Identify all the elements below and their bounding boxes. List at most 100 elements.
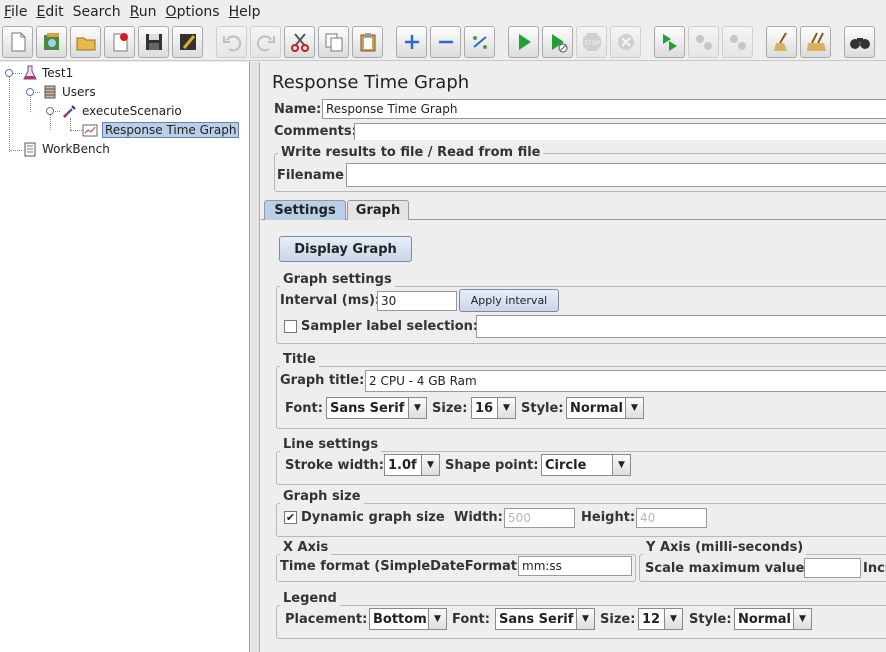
menu-help[interactable]: Help: [229, 4, 261, 20]
expand-handle[interactable]: [5, 69, 13, 77]
remote-shutdown-button[interactable]: [722, 26, 753, 58]
apply-interval-button[interactable]: Apply interval: [459, 289, 559, 312]
close-icon: [113, 33, 128, 52]
redo-button[interactable]: [250, 26, 281, 58]
remote-start-button[interactable]: [654, 26, 685, 58]
save-as-button[interactable]: [172, 26, 203, 58]
save-button[interactable]: [138, 26, 169, 58]
new-icon: [11, 32, 25, 52]
graph-icon: [82, 122, 98, 138]
time-format-field[interactable]: mm:ss: [518, 556, 632, 576]
tab-graph[interactable]: Graph: [347, 200, 409, 220]
page-title: Response Time Graph: [272, 72, 470, 93]
expand-icon: [404, 35, 419, 49]
pipette-icon: [62, 103, 78, 119]
filename-field[interactable]: [346, 163, 886, 187]
tree-node-test-plan[interactable]: Test1: [22, 64, 73, 82]
clear-all-button[interactable]: [800, 26, 831, 58]
close-button[interactable]: [104, 26, 135, 58]
scale-max-field[interactable]: [804, 558, 861, 578]
new-button[interactable]: [2, 26, 33, 58]
size-select[interactable]: 16 ▼: [471, 397, 516, 419]
search-icon: [849, 38, 870, 49]
stroke-width-select[interactable]: 1.0f ▼: [384, 454, 440, 476]
undo-icon: [222, 35, 241, 52]
toggle-icon: [472, 36, 487, 49]
copy-icon: [325, 33, 342, 52]
tree-node-listener[interactable]: Response Time Graph: [82, 121, 240, 139]
check-icon: ✔: [285, 511, 296, 524]
graph-title-field[interactable]: 2 CPU - 4 GB Ram: [365, 370, 886, 392]
menu-edit[interactable]: Edit: [36, 4, 63, 20]
templates-icon: [43, 33, 59, 50]
legend-title: Legend: [280, 591, 340, 606]
shape-point-label: Shape point:: [445, 458, 539, 473]
paste-button[interactable]: [352, 26, 383, 58]
split-pane-divider[interactable]: [251, 62, 260, 652]
chevron-down-icon: ▼: [625, 398, 643, 418]
open-button[interactable]: [70, 26, 101, 58]
start-button[interactable]: [508, 26, 539, 58]
increment-label: Incr: [863, 561, 886, 576]
clipboard-icon: [22, 141, 38, 157]
copy-button[interactable]: [318, 26, 349, 58]
graph-size-title: Graph size: [280, 489, 364, 504]
expand-handle[interactable]: [46, 107, 54, 115]
start-icon: [518, 34, 531, 50]
menu-file[interactable]: File: [4, 4, 27, 20]
legend-style-label: Style:: [689, 612, 732, 627]
chevron-down-icon: ▼: [664, 609, 682, 629]
flask-icon: [22, 65, 38, 81]
interval-field[interactable]: 30: [377, 291, 457, 311]
tree-node-thread-group[interactable]: Users: [42, 83, 96, 101]
tree-label: WorkBench: [42, 142, 110, 156]
tab-settings[interactable]: Settings: [264, 200, 346, 220]
start-no-pause-button[interactable]: [542, 26, 573, 58]
placement-select[interactable]: Bottom ▼: [369, 608, 447, 630]
sampler-label-field[interactable]: [476, 315, 886, 338]
chevron-down-icon: ▼: [421, 455, 439, 475]
chevron-down-icon: ▼: [612, 455, 630, 475]
menu-run[interactable]: Run: [130, 4, 157, 20]
remote-stop-button[interactable]: [688, 26, 719, 58]
height-field[interactable]: 40: [636, 508, 707, 528]
comments-label: Comments:: [274, 124, 357, 139]
expand-button[interactable]: [396, 26, 427, 58]
name-field[interactable]: Response Time Graph: [322, 99, 886, 119]
chevron-down-icon: ▼: [576, 609, 594, 629]
comments-field[interactable]: [354, 123, 886, 140]
sampler-label-checkbox[interactable]: [284, 320, 297, 333]
search-button[interactable]: [844, 26, 875, 58]
stop-icon: STOP: [582, 33, 601, 51]
tree-label: Test1: [42, 66, 74, 80]
redo-icon: [256, 35, 275, 52]
legend-size-label: Size:: [600, 612, 636, 627]
stop-button[interactable]: STOP: [576, 26, 607, 58]
templates-button[interactable]: [36, 26, 67, 58]
tree-node-sampler[interactable]: executeScenario: [62, 102, 182, 120]
tree-node-workbench[interactable]: WorkBench: [22, 140, 110, 158]
y-axis-title: Y Axis (milli-seconds): [643, 540, 807, 555]
font-select[interactable]: Sans Serif ▼: [326, 397, 427, 419]
font-label: Font:: [285, 401, 323, 416]
style-select[interactable]: Normal ▼: [566, 397, 644, 419]
menu-options[interactable]: Options: [166, 4, 220, 20]
display-graph-button[interactable]: Display Graph: [279, 236, 412, 262]
shape-point-select[interactable]: Circle ▼: [541, 454, 631, 476]
toggle-button[interactable]: [464, 26, 495, 58]
legend-font-select[interactable]: Sans Serif ▼: [495, 608, 595, 630]
width-field[interactable]: 500: [504, 508, 575, 528]
graph-title-label: Graph title:: [280, 373, 365, 388]
menu-search[interactable]: Search: [73, 4, 121, 20]
cut-button[interactable]: [284, 26, 315, 58]
collapse-button[interactable]: [430, 26, 461, 58]
legend-style-select[interactable]: Normal ▼: [734, 608, 812, 630]
shutdown-button[interactable]: [610, 26, 641, 58]
dynamic-graph-size-checkbox[interactable]: ✔: [284, 511, 297, 524]
menu-bar: File Edit Search Run Options Help: [0, 0, 886, 24]
expand-handle[interactable]: [26, 88, 34, 96]
clear-button[interactable]: [766, 26, 797, 58]
undo-button[interactable]: [216, 26, 247, 58]
legend-size-select[interactable]: 12 ▼: [638, 608, 683, 630]
filename-label: Filename: [277, 168, 344, 183]
